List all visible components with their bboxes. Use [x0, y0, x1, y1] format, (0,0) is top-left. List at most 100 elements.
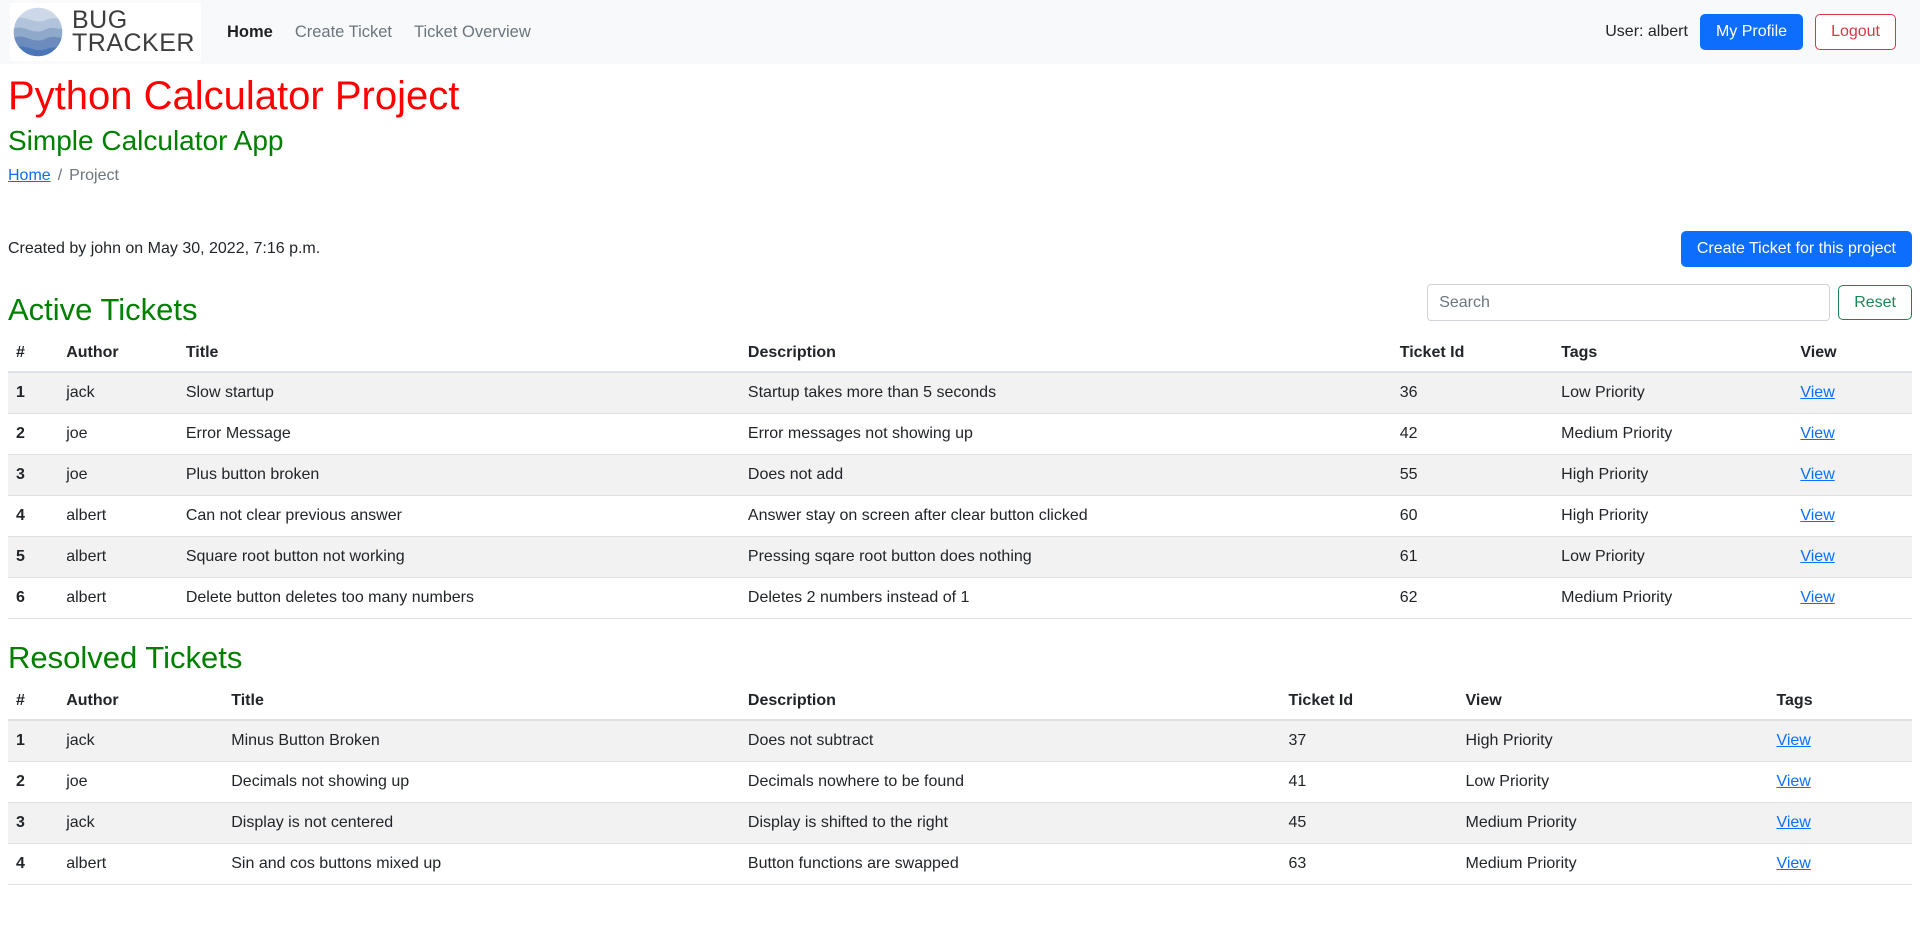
- create-ticket-for-project-button[interactable]: Create Ticket for this project: [1681, 231, 1912, 266]
- row-description: Error messages not showing up: [740, 414, 1392, 455]
- row-author: joe: [58, 455, 178, 496]
- my-profile-button[interactable]: My Profile: [1700, 14, 1803, 49]
- created-by-text: Created by john on May 30, 2022, 7:16 p.…: [8, 240, 320, 258]
- table-row: 4 albert Sin and cos buttons mixed up Bu…: [8, 844, 1912, 885]
- row-view-link[interactable]: View: [1776, 732, 1810, 749]
- resolved-tickets-table: # Author Title Description Ticket Id Vie…: [8, 683, 1912, 885]
- reset-button[interactable]: Reset: [1838, 285, 1912, 320]
- nav-link-ticket-overview[interactable]: Ticket Overview: [414, 23, 531, 42]
- brand-wordmark: BUG TRACKER: [72, 9, 195, 55]
- table-row: 1 jack Minus Button Broken Does not subt…: [8, 720, 1912, 762]
- search-input[interactable]: [1427, 284, 1830, 321]
- col-header-ticket-id: Ticket Id: [1280, 683, 1457, 720]
- row-title: Plus button broken: [178, 455, 740, 496]
- row-description: Does not add: [740, 455, 1392, 496]
- row-author: joe: [58, 414, 178, 455]
- row-tags: High Priority: [1553, 455, 1792, 496]
- table-row: 4 albert Can not clear previous answer A…: [8, 496, 1912, 537]
- row-title: Slow startup: [178, 372, 740, 414]
- row-priority: Medium Priority: [1457, 803, 1768, 844]
- row-tags: Medium Priority: [1553, 414, 1792, 455]
- row-tags: Low Priority: [1553, 537, 1792, 578]
- breadcrumb-home-link[interactable]: Home: [8, 167, 51, 185]
- active-tickets-table: # Author Title Description Ticket Id Tag…: [8, 335, 1912, 619]
- col-header-title: Title: [223, 683, 740, 720]
- row-view-link[interactable]: View: [1776, 773, 1810, 790]
- row-ticket-id: 45: [1280, 803, 1457, 844]
- row-number: 1: [8, 372, 58, 414]
- row-author: jack: [58, 720, 223, 762]
- top-navbar: BUG TRACKER Home Create Ticket Ticket Ov…: [0, 0, 1920, 64]
- row-ticket-id: 37: [1280, 720, 1457, 762]
- row-number: 2: [8, 762, 58, 803]
- row-title: Display is not centered: [223, 803, 740, 844]
- col-header-num: #: [8, 335, 58, 372]
- row-number: 4: [8, 496, 58, 537]
- project-subtitle: Simple Calculator App: [8, 125, 1912, 157]
- brand-line-2: TRACKER: [72, 32, 195, 55]
- row-view-link[interactable]: View: [1800, 425, 1834, 442]
- row-view-link[interactable]: View: [1800, 548, 1834, 565]
- row-view-link[interactable]: View: [1800, 384, 1834, 401]
- row-priority: Medium Priority: [1457, 844, 1768, 885]
- row-ticket-id: 55: [1392, 455, 1553, 496]
- resolved-table-header-row: # Author Title Description Ticket Id Vie…: [8, 683, 1912, 720]
- row-title: Square root button not working: [178, 537, 740, 578]
- row-title: Can not clear previous answer: [178, 496, 740, 537]
- row-view-link[interactable]: View: [1800, 507, 1834, 524]
- row-description: Decimals nowhere to be found: [740, 762, 1281, 803]
- nav-user-area: User: albert My Profile Logout: [1605, 14, 1896, 49]
- row-view-link[interactable]: View: [1800, 589, 1834, 606]
- wave-circle-logo-icon: [12, 6, 64, 58]
- brand-logo-link[interactable]: BUG TRACKER: [10, 3, 201, 61]
- row-ticket-id: 63: [1280, 844, 1457, 885]
- row-author: albert: [58, 496, 178, 537]
- row-ticket-id: 62: [1392, 578, 1553, 619]
- row-view-link[interactable]: View: [1800, 466, 1834, 483]
- row-author: jack: [58, 372, 178, 414]
- primary-nav: Home Create Ticket Ticket Overview: [227, 23, 531, 42]
- row-author: albert: [58, 844, 223, 885]
- col-header-num: #: [8, 683, 58, 720]
- row-title: Decimals not showing up: [223, 762, 740, 803]
- row-number: 1: [8, 720, 58, 762]
- row-priority: High Priority: [1457, 720, 1768, 762]
- row-ticket-id: 60: [1392, 496, 1553, 537]
- nav-link-create-ticket[interactable]: Create Ticket: [295, 23, 392, 42]
- table-row: 1 jack Slow startup Startup takes more t…: [8, 372, 1912, 414]
- row-title: Error Message: [178, 414, 740, 455]
- row-author: albert: [58, 537, 178, 578]
- row-ticket-id: 36: [1392, 372, 1553, 414]
- row-priority: Low Priority: [1457, 762, 1768, 803]
- col-header-tags: Tags: [1553, 335, 1792, 372]
- row-view-link[interactable]: View: [1776, 855, 1810, 872]
- current-user-label: User: albert: [1605, 23, 1688, 41]
- row-number: 3: [8, 455, 58, 496]
- row-description: Answer stay on screen after clear button…: [740, 496, 1392, 537]
- col-header-author: Author: [58, 683, 223, 720]
- row-ticket-id: 61: [1392, 537, 1553, 578]
- row-ticket-id: 42: [1392, 414, 1553, 455]
- col-header-author: Author: [58, 335, 178, 372]
- col-header-ticket-id: Ticket Id: [1392, 335, 1553, 372]
- breadcrumb: Home / Project: [8, 167, 1912, 185]
- row-description: Pressing sqare root button does nothing: [740, 537, 1392, 578]
- table-row: 5 albert Square root button not working …: [8, 537, 1912, 578]
- search-controls: Reset: [1427, 284, 1912, 321]
- nav-link-home[interactable]: Home: [227, 23, 273, 42]
- row-view-link[interactable]: View: [1776, 814, 1810, 831]
- row-number: 2: [8, 414, 58, 455]
- col-header-view: View: [1457, 683, 1768, 720]
- table-row: 3 joe Plus button broken Does not add 55…: [8, 455, 1912, 496]
- row-number: 6: [8, 578, 58, 619]
- col-header-description: Description: [740, 683, 1281, 720]
- table-row: 2 joe Decimals not showing up Decimals n…: [8, 762, 1912, 803]
- row-description: Does not subtract: [740, 720, 1281, 762]
- table-row: 2 joe Error Message Error messages not s…: [8, 414, 1912, 455]
- active-tickets-title: Active Tickets: [8, 293, 198, 327]
- col-header-title: Title: [178, 335, 740, 372]
- col-header-view: View: [1792, 335, 1912, 372]
- logout-button[interactable]: Logout: [1815, 14, 1896, 49]
- row-author: jack: [58, 803, 223, 844]
- breadcrumb-separator: /: [58, 167, 62, 185]
